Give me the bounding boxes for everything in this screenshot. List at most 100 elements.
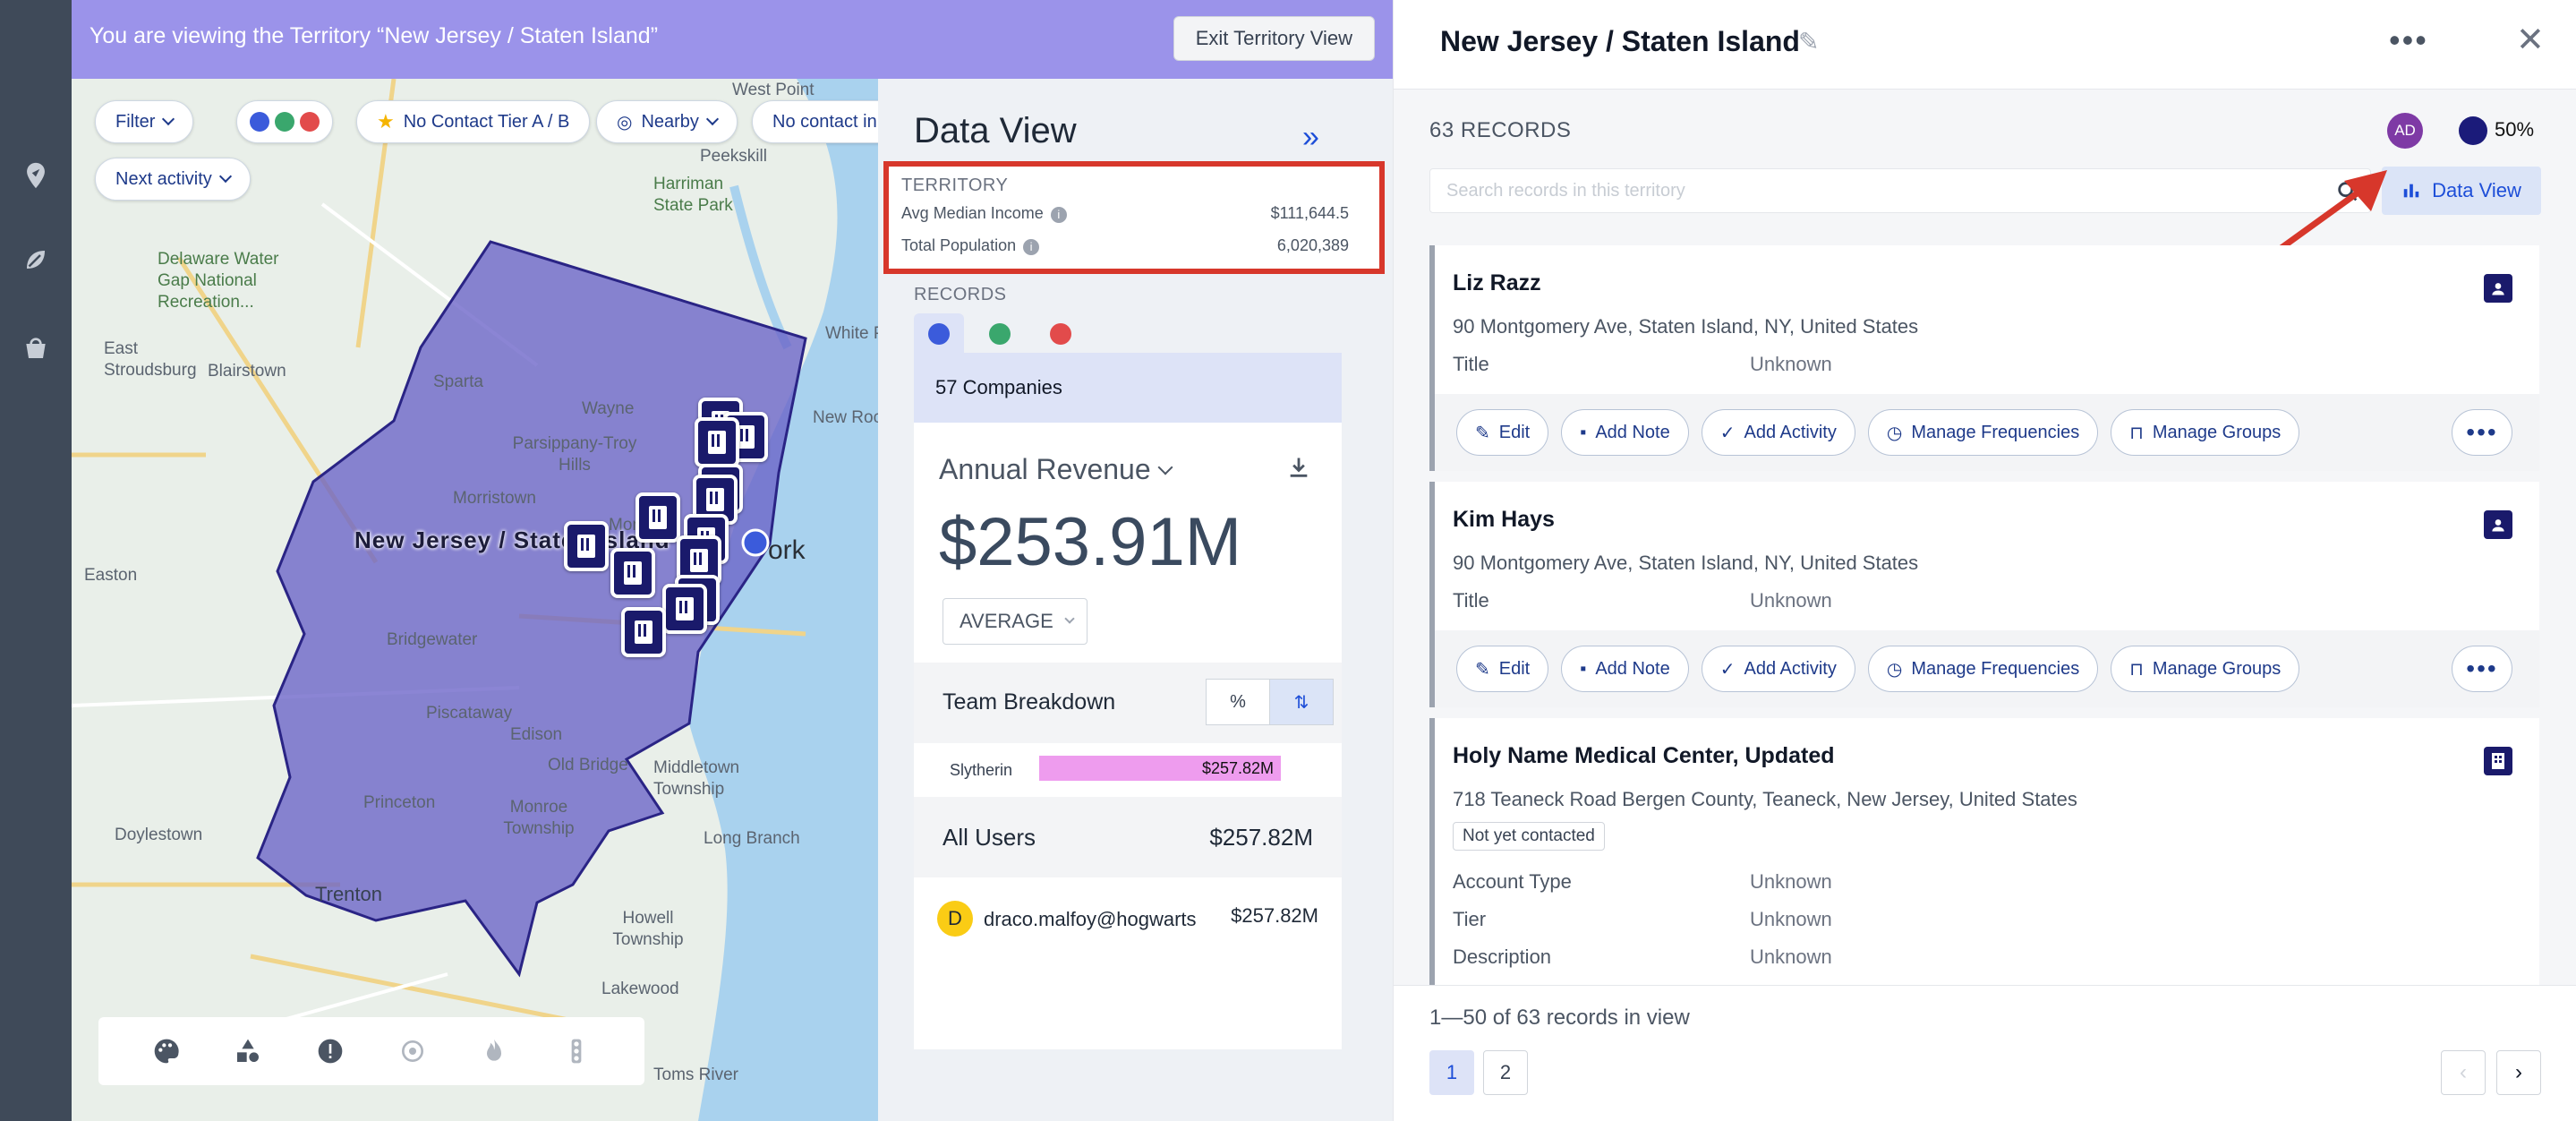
edit-button[interactable]: ✎ Edit	[1456, 409, 1549, 456]
user-row[interactable]: D draco.malfoy@hogwarts $257.82M	[914, 877, 1342, 958]
field-label: Account Type	[1453, 870, 1572, 893]
radar-icon: ◎	[617, 112, 633, 133]
place-label: Piscataway	[426, 704, 513, 723]
add-note-button[interactable]: ▪ Add Note	[1561, 646, 1689, 692]
no-contact-filter-chip[interactable]: No contact in	[752, 100, 878, 143]
metric-selector[interactable]: Annual Revenue	[939, 453, 1173, 486]
company-marker[interactable]	[662, 584, 707, 634]
all-users-value: $257.82M	[1209, 824, 1313, 851]
palette-icon[interactable]	[149, 1033, 184, 1069]
deal-type-icon	[1050, 323, 1071, 345]
more-options-icon[interactable]: •••	[2389, 21, 2428, 59]
record-name[interactable]: Kim Hays	[1453, 507, 1555, 533]
record-type-chip[interactable]	[236, 100, 333, 143]
team-row: Slytherin $257.82M	[914, 743, 1342, 797]
prev-page-button[interactable]: ‹	[2441, 1050, 2486, 1095]
stat-value: 6,020,389	[1276, 236, 1349, 254]
completion-percent: 50%	[2495, 118, 2535, 141]
company-marker[interactable]	[635, 492, 680, 543]
data-view-button[interactable]: Data View	[2382, 167, 2541, 215]
company-marker[interactable]	[610, 548, 655, 598]
record-address: 90 Montgomery Ave, Staten Island, NY, Un…	[1453, 552, 1919, 574]
page-button-2[interactable]: 2	[1483, 1050, 1528, 1095]
field-value: Unknown	[1750, 908, 1832, 930]
heatmap-flame-icon[interactable]	[476, 1033, 512, 1069]
tab-deals[interactable]	[1036, 313, 1086, 355]
search-input[interactable]	[1429, 168, 2371, 213]
place-label: Trenton	[315, 883, 383, 905]
place-label: Bridgewater	[387, 630, 478, 649]
add-activity-button[interactable]: ✓ Add Activity	[1701, 409, 1855, 456]
chevron-down-icon	[1064, 613, 1075, 624]
place-label: Morristown	[453, 489, 536, 508]
record-card[interactable]: Liz Razz 90 Montgomery Ave, Staten Islan…	[1429, 245, 2539, 471]
sort-toggle[interactable]: ⇅	[1269, 679, 1334, 725]
company-marker[interactable]	[695, 417, 739, 467]
next-page-button[interactable]: ›	[2496, 1050, 2541, 1095]
edit-button[interactable]: ✎ Edit	[1456, 646, 1549, 692]
tab-people[interactable]	[975, 313, 1025, 355]
more-actions-button[interactable]: •••	[2452, 409, 2512, 456]
add-note-button[interactable]: ▪ Add Note	[1561, 409, 1689, 456]
person-icon	[2484, 510, 2512, 539]
place-label: Doylestown	[115, 826, 203, 844]
territory-banner: You are viewing the Territory “New Jerse…	[72, 0, 1393, 79]
manage-groups-button[interactable]: ⊓ Manage Groups	[2111, 409, 2300, 456]
field-label: Title	[1453, 589, 1489, 612]
alert-icon[interactable]	[312, 1033, 348, 1069]
map-pin-icon[interactable]	[18, 158, 54, 193]
shapes-icon[interactable]	[230, 1033, 266, 1069]
check-icon: ✓	[1719, 659, 1736, 680]
target-icon[interactable]	[395, 1033, 431, 1069]
company-marker[interactable]	[564, 521, 609, 571]
page-button-1[interactable]: 1	[1429, 1050, 1474, 1095]
stat-value: $111,644.5	[1270, 204, 1349, 222]
companies-count: 57 Companies	[914, 353, 1342, 423]
avg-median-income-row: Avg Median Income i $111,644.5	[901, 204, 1349, 223]
field-value: Unknown	[1750, 870, 1832, 893]
tab-companies[interactable]	[914, 313, 964, 355]
place-label: White Pl	[825, 324, 878, 343]
route-icon[interactable]	[18, 242, 54, 278]
nearby-filter-chip[interactable]: ◎ Nearby	[596, 100, 738, 143]
collapse-panel-icon[interactable]: »	[1302, 120, 1319, 155]
manage-groups-button[interactable]: ⊓ Manage Groups	[2111, 646, 2300, 692]
manage-frequencies-button[interactable]: ◷ Manage Frequencies	[1867, 646, 2099, 692]
pencil-icon[interactable]: ✎	[1798, 27, 1819, 56]
company-marker[interactable]	[621, 607, 666, 657]
info-icon[interactable]: i	[1050, 207, 1067, 223]
place-label: Delaware Water Gap National Recreation..…	[158, 250, 279, 312]
aggregation-select[interactable]: AVERAGE	[943, 598, 1088, 645]
company-type-icon	[250, 112, 269, 132]
place-label: Middletown Township	[653, 758, 740, 799]
close-icon[interactable]: ✕	[2516, 20, 2545, 60]
record-card[interactable]: Holy Name Medical Center, Updated 718 Te…	[1429, 718, 2539, 985]
avatar[interactable]: AD	[2387, 113, 2423, 149]
tier-filter-chip[interactable]: ★ No Contact Tier A / B	[356, 100, 591, 143]
more-actions-button[interactable]: •••	[2452, 646, 2512, 692]
user-value: $257.82M	[1231, 904, 1318, 927]
exit-territory-button[interactable]: Exit Territory View	[1173, 16, 1375, 61]
field-value: Unknown	[1750, 353, 1832, 375]
current-location-dot	[741, 528, 770, 557]
panel-header: New Jersey / Staten Island ✎ ••• ✕	[1394, 0, 2576, 90]
add-activity-button[interactable]: ✓ Add Activity	[1701, 646, 1855, 692]
deal-type-icon	[300, 112, 320, 132]
traffic-light-icon[interactable]	[559, 1033, 594, 1069]
next-activity-chip[interactable]: Next activity	[95, 158, 251, 201]
team-breakdown-header: Team Breakdown % ⇅	[914, 663, 1342, 743]
status-badge: Not yet contacted	[1453, 822, 1605, 851]
star-icon: ★	[377, 110, 395, 133]
basket-icon[interactable]	[18, 329, 54, 365]
record-name[interactable]: Liz Razz	[1453, 270, 1541, 296]
manage-frequencies-button[interactable]: ◷ Manage Frequencies	[1867, 409, 2099, 456]
download-icon[interactable]	[1286, 455, 1311, 484]
filter-chip[interactable]: Filter	[95, 100, 194, 143]
percent-toggle[interactable]: %	[1206, 679, 1270, 725]
place-label: Sparta	[433, 372, 483, 391]
info-icon[interactable]: i	[1023, 239, 1040, 255]
record-card[interactable]: Kim Hays 90 Montgomery Ave, Staten Islan…	[1429, 482, 2539, 707]
record-name[interactable]: Holy Name Medical Center, Updated	[1453, 743, 1835, 769]
place-label: Edison	[510, 725, 563, 744]
map[interactable]: Filter ★ No Contact Tier A / B ◎ Nearby …	[72, 79, 878, 1121]
